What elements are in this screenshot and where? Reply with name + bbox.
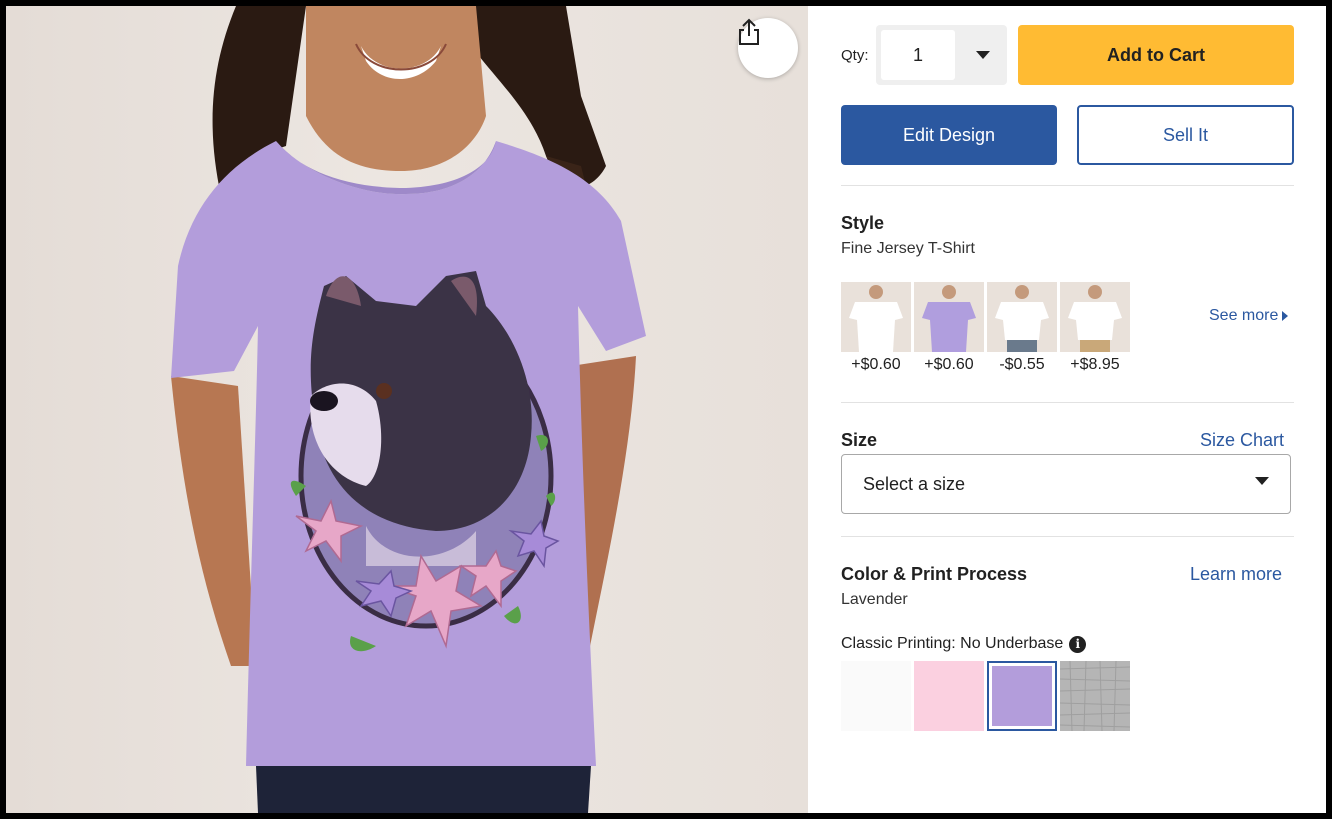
style-thumbnail: [1060, 282, 1130, 352]
see-more-link[interactable]: See more: [1209, 307, 1289, 325]
divider: [841, 402, 1294, 403]
color-title: Color & Print Process: [841, 564, 1028, 584]
size-select-value: Select a size: [863, 474, 966, 494]
style-price: -$0.55: [999, 356, 1045, 373]
edit-design-button[interactable]: Edit Design: [841, 105, 1057, 165]
info-icon[interactable]: i: [1069, 635, 1087, 653]
size-chart-link[interactable]: Size Chart: [1200, 430, 1284, 451]
style-thumbnail: [841, 282, 911, 352]
swatch-lavender[interactable]: [987, 661, 1057, 731]
style-thumbnail: [987, 282, 1057, 352]
style-option[interactable]: +$0.60: [841, 282, 911, 374]
divider: [841, 185, 1294, 186]
caret-right-icon: [1282, 311, 1289, 321]
style-title: Style: [841, 213, 885, 233]
style-options: +$0.60 +$0.60 -$0.55 +$8.95: [841, 282, 1130, 374]
style-option[interactable]: +$0.60: [914, 282, 984, 374]
learn-more-link[interactable]: Learn more: [1190, 564, 1282, 585]
swatch-white[interactable]: [841, 661, 911, 731]
print-process: Classic Printing: No Underbase i: [841, 635, 1087, 653]
share-icon: [739, 18, 759, 45]
purchase-panel: Qty: Add to Cart Edit Design Sell It Sty…: [841, 6, 1296, 813]
qty-label: Qty:: [841, 47, 869, 64]
qty-stepper: [876, 25, 1007, 85]
style-option[interactable]: +$8.95: [1060, 282, 1130, 374]
color-swatches: [841, 660, 1131, 732]
chevron-down-icon: [976, 51, 990, 59]
size-title: Size: [841, 430, 878, 450]
product-photo-illustration: [171, 6, 646, 813]
swatch-heather-gray[interactable]: [1059, 660, 1131, 732]
chevron-down-icon: [1255, 477, 1269, 485]
size-select[interactable]: Select a size: [841, 454, 1291, 514]
add-to-cart-button[interactable]: Add to Cart: [1018, 25, 1294, 85]
page-frame: Qty: Add to Cart Edit Design Sell It Sty…: [6, 6, 1326, 813]
color-selected: Lavender: [841, 591, 908, 608]
style-option[interactable]: -$0.55: [987, 282, 1057, 374]
sell-it-button[interactable]: Sell It: [1077, 105, 1294, 165]
style-thumbnail: [914, 282, 984, 352]
see-more-label: See more: [1209, 307, 1279, 324]
qty-dropdown-button[interactable]: [968, 42, 998, 68]
share-button[interactable]: [738, 18, 798, 78]
divider: [841, 536, 1294, 537]
style-price: +$0.60: [924, 356, 974, 373]
print-process-label: Classic Printing: No Underbase: [841, 635, 1064, 652]
style-selected: Fine Jersey T-Shirt: [841, 240, 975, 257]
style-price: +$0.60: [851, 356, 901, 373]
swatch-pink[interactable]: [914, 661, 984, 731]
qty-input[interactable]: [881, 30, 955, 80]
style-price: +$8.95: [1070, 356, 1120, 373]
product-image: [6, 6, 808, 813]
